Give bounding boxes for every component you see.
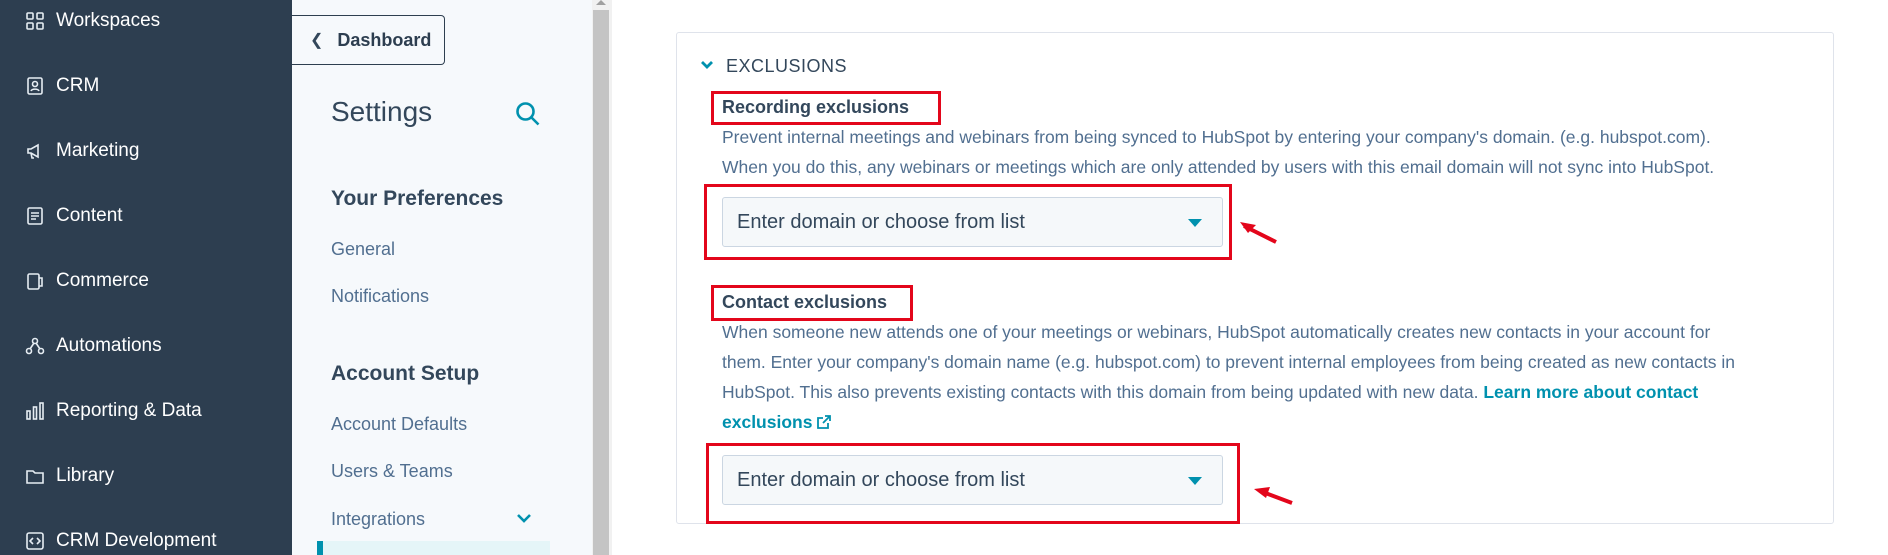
help-line: When someone new attends one of your mee… — [722, 322, 1711, 342]
commerce-icon — [25, 271, 45, 291]
learn-more-link[interactable]: Learn more about contact — [1483, 382, 1698, 402]
help-text: HubSpot. This also prevents existing con… — [722, 382, 1479, 402]
sidebar-link-integrations[interactable]: Integrations — [331, 509, 425, 530]
code-icon — [25, 531, 45, 551]
nav-item-label: Reporting & Data — [56, 400, 202, 421]
nav-item-library[interactable]: Library — [25, 461, 114, 491]
contacts-icon — [25, 76, 45, 96]
page-title: Settings — [331, 96, 433, 127]
nav-item-marketing[interactable]: Marketing — [25, 136, 139, 166]
external-link-icon[interactable] — [816, 409, 832, 439]
recording-exclusions-help: Prevent internal meetings and webinars f… — [722, 122, 1818, 182]
nav-item-crm-development[interactable]: CRM Development — [25, 526, 217, 555]
nav-item-crm[interactable]: CRM — [25, 71, 99, 101]
nav-item-label: Workspaces — [56, 10, 161, 31]
nav-item-label: Library — [56, 465, 115, 486]
document-icon — [25, 206, 45, 226]
annotation-box — [704, 184, 1232, 260]
dashboard-button[interactable]: ❮ Dashboard — [292, 15, 445, 65]
settings-sidebar: ❮ Dashboard Settings Your Preferences Ge… — [292, 0, 592, 555]
help-line: them. Enter your company's domain name (… — [722, 352, 1736, 372]
nav-item-automations[interactable]: Automations — [25, 331, 162, 361]
help-line: When you do this, any webinars or meetin… — [722, 157, 1715, 177]
active-item-highlight[interactable] — [323, 541, 550, 555]
sidebar-link-general[interactable]: General — [331, 239, 395, 260]
annotation-box — [711, 91, 941, 125]
automation-icon — [25, 336, 45, 356]
nav-item-label: Automations — [56, 335, 162, 356]
section-heading-your-preferences: Your Preferences — [331, 187, 504, 210]
nav-item-label: Marketing — [56, 140, 140, 161]
nav-item-label: Commerce — [56, 270, 149, 291]
annotation-arrow-icon — [1238, 218, 1278, 251]
chevron-down-icon[interactable] — [514, 508, 534, 528]
sidebar-link-account-defaults[interactable]: Account Defaults — [331, 414, 467, 435]
folder-icon — [25, 466, 45, 486]
exclusions-heading: EXCLUSIONS — [726, 56, 848, 76]
learn-more-link-cont[interactable]: exclusions — [722, 412, 812, 432]
nav-item-commerce[interactable]: Commerce — [25, 266, 149, 296]
megaphone-icon — [25, 141, 45, 161]
chevron-down-icon — [700, 56, 726, 77]
scroll-up-arrow-icon[interactable] — [596, 0, 606, 5]
bar-chart-icon — [25, 401, 45, 421]
main-nav: Workspaces CRM Marketing Content Commerc… — [0, 0, 292, 555]
help-line: exclusions — [722, 407, 1818, 439]
chevron-left-icon: ❮ — [310, 32, 324, 49]
grid-icon — [25, 11, 45, 31]
sidebar-link-users-teams[interactable]: Users & Teams — [331, 461, 453, 482]
annotation-box — [706, 443, 1240, 524]
nav-item-content[interactable]: Content — [25, 201, 123, 231]
help-line: HubSpot. This also prevents existing con… — [722, 377, 1818, 407]
dashboard-label: Dashboard — [337, 29, 432, 50]
search-icon[interactable] — [514, 100, 542, 128]
nav-item-label: CRM — [56, 75, 100, 96]
contact-exclusions-help: When someone new attends one of your mee… — [722, 317, 1818, 439]
nav-item-label: Content — [56, 205, 123, 226]
sidebar-link-notifications[interactable]: Notifications — [331, 286, 429, 307]
help-line: Prevent internal meetings and webinars f… — [722, 127, 1711, 147]
annotation-box — [711, 285, 913, 321]
annotation-arrow-icon — [1252, 485, 1294, 512]
section-heading-account-setup: Account Setup — [331, 362, 480, 385]
exclusions-section-toggle[interactable]: EXCLUSIONS — [700, 56, 847, 77]
nav-item-workspaces[interactable]: Workspaces — [25, 6, 160, 36]
nav-item-reporting[interactable]: Reporting & Data — [25, 396, 202, 426]
scrollbar-thumb[interactable] — [593, 10, 609, 555]
nav-item-label: CRM Development — [56, 530, 217, 551]
